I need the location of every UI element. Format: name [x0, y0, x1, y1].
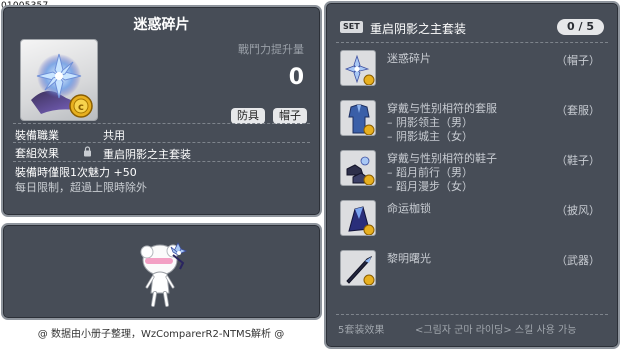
- charm-limit: 裝備時僅限1次魅力 +50: [15, 166, 137, 179]
- set-name: 重启阴影之主套装: [370, 22, 467, 36]
- set-item-name: 命运枷锁: [387, 202, 431, 215]
- item-icon: c: [20, 39, 98, 121]
- set-item-variant: – 阴影城主（女）: [387, 130, 473, 143]
- set-item-variant: – 阴影领主（男）: [387, 116, 473, 129]
- character-preview: [1, 223, 322, 320]
- set-item-category: （武器）: [556, 254, 600, 267]
- divider: [13, 142, 310, 143]
- set-item-category: （套服）: [556, 104, 600, 117]
- set-bonus-value: <그림자 군마 라이딩> 스킬 사용 가능: [415, 325, 577, 336]
- power-label: 戰鬥力提升量: [238, 43, 304, 56]
- weapon-icon: [340, 250, 376, 286]
- set-item-variant: – 蹈月漫步（女）: [387, 180, 473, 193]
- svg-text:c: c: [78, 102, 84, 113]
- set-item-category: （披风）: [556, 204, 600, 217]
- divider: [13, 161, 310, 162]
- shoes-icon: [340, 150, 376, 186]
- set-item-name: 穿戴与性别相符的鞋子: [387, 152, 497, 165]
- set-effect-label: 套組效果: [15, 147, 59, 160]
- suit-icon: [340, 100, 376, 136]
- set-item-category: （鞋子）: [556, 154, 600, 167]
- set-item-name: 穿戴与性别相符的套服: [387, 102, 497, 115]
- tag-armor: 防具: [231, 108, 265, 124]
- set-effect-value: 重启阴影之主套装: [103, 148, 191, 161]
- set-item-name: 迷惑碎片: [387, 52, 431, 65]
- set-item-variant: – 蹈月前行（男）: [387, 166, 473, 179]
- character-avatar: [140, 242, 188, 307]
- cape-icon: [340, 200, 376, 236]
- set-badge: SET: [340, 21, 363, 33]
- divider: [336, 314, 608, 315]
- limit-note: 每日限制，超過上限時除外: [15, 181, 147, 194]
- set-panel: SET 重启阴影之主套装 0 / 5 迷惑碎片 （帽子） 穿戴与性别相符的套服 …: [324, 1, 620, 349]
- job-value: 共用: [103, 129, 125, 142]
- item-tooltip: 迷惑碎片 c 戰鬥力提升量 0 防具 帽子 裝備職業 共用 套組效果 重启阴影之…: [1, 5, 322, 217]
- item-title: 迷惑碎片: [133, 17, 190, 33]
- set-count: 0 / 5: [557, 19, 604, 35]
- divider: [13, 123, 310, 124]
- job-label: 裝備職業: [15, 129, 59, 142]
- divider: [336, 42, 608, 43]
- set-bonus-label: 5套装效果: [338, 325, 385, 336]
- tag-hat: 帽子: [273, 108, 307, 124]
- set-item-name: 黎明曙光: [387, 252, 431, 265]
- power-value: 0: [288, 65, 304, 90]
- hat-icon: [340, 50, 376, 86]
- set-item-category: （帽子）: [556, 54, 600, 67]
- footer-credit: @ 数据由小册子整理，WzComparerR2-NTMS解析 @: [37, 329, 285, 340]
- lock-icon: [84, 146, 91, 157]
